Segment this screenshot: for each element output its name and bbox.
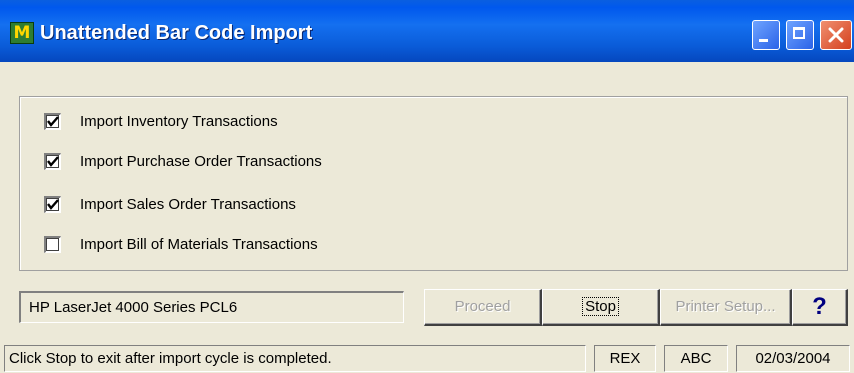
- close-icon: [828, 27, 844, 43]
- proceed-label: Proceed: [454, 298, 511, 315]
- check-icon: [47, 116, 59, 127]
- minimize-button[interactable]: [752, 20, 780, 50]
- printer-name: HP LaserJet 4000 Series PCL6: [29, 299, 238, 316]
- check-icon: [47, 156, 59, 167]
- printer-setup-button[interactable]: Printer Setup...: [660, 289, 792, 326]
- stop-label: Stop: [582, 297, 619, 316]
- checkbox-import-bill-of-materials[interactable]: [44, 236, 61, 253]
- app-module-icon[interactable]: M: [10, 22, 34, 44]
- help-button[interactable]: ?: [792, 289, 848, 326]
- printer-setup-label: Printer Setup...: [675, 298, 776, 315]
- proceed-button[interactable]: Proceed: [424, 289, 542, 326]
- status-company: ABC: [664, 345, 728, 372]
- maximize-button[interactable]: [786, 20, 814, 50]
- import-window: M Unattended Bar Code Import Import Inve…: [0, 0, 854, 373]
- checkbox-import-inventory[interactable]: [44, 113, 61, 130]
- app-icon-letter: M: [13, 23, 31, 43]
- option-label: Import Bill of Materials Transactions: [80, 236, 318, 253]
- status-message: Click Stop to exit after import cycle is…: [4, 345, 586, 372]
- status-date: 02/03/2004: [736, 345, 850, 372]
- title-bar[interactable]: M Unattended Bar Code Import: [0, 0, 854, 62]
- option-label: Import Sales Order Transactions: [80, 196, 296, 213]
- window-title: Unattended Bar Code Import: [40, 22, 313, 44]
- printer-name-field: HP LaserJet 4000 Series PCL6: [19, 291, 404, 323]
- stop-button[interactable]: Stop: [542, 289, 660, 326]
- close-button[interactable]: [820, 20, 852, 50]
- option-label: Import Inventory Transactions: [80, 113, 278, 130]
- check-icon: [47, 199, 59, 210]
- checkbox-import-purchase-order[interactable]: [44, 153, 61, 170]
- status-bar: Click Stop to exit after import cycle is…: [0, 344, 854, 373]
- checkbox-import-sales-order[interactable]: [44, 196, 61, 213]
- status-user: REX: [594, 345, 656, 372]
- option-label: Import Purchase Order Transactions: [80, 153, 322, 170]
- help-icon: ?: [812, 293, 827, 320]
